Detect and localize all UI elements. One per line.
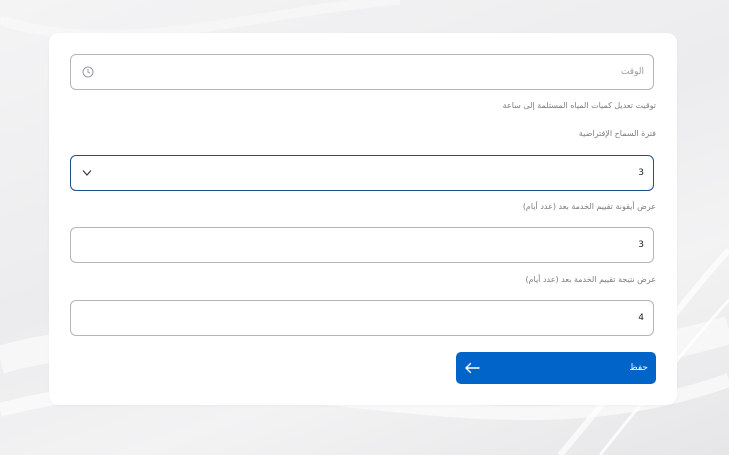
save-button-label: حفظ: [629, 363, 648, 373]
rating-result-label: عرض نتيجة تقييم الخدمة بعد (عدد أيام): [525, 275, 656, 284]
time-field[interactable]: [70, 54, 654, 90]
grace-period-label: فترة السماح الإفتراضية: [578, 129, 656, 138]
rating-icon-days-value[interactable]: 3: [124, 228, 644, 262]
arrow-left-icon: [464, 362, 480, 374]
time-hint: توقيت تعديل كميات المياه المستلمة إلى سا…: [502, 101, 656, 110]
grace-period-value: 3: [638, 168, 644, 178]
rating-icon-days-field[interactable]: 3: [70, 227, 654, 263]
chevron-down-icon[interactable]: [82, 170, 92, 177]
clock-icon[interactable]: [82, 66, 94, 78]
save-button[interactable]: حفظ: [456, 352, 656, 384]
time-input[interactable]: [124, 55, 644, 89]
grace-period-select[interactable]: 3: [70, 155, 654, 191]
settings-card: توقيت تعديل كميات المياه المستلمة إلى سا…: [49, 33, 677, 405]
rating-icon-label: عرض أيقونة تقييم الخدمة بعد (عدد أيام): [522, 202, 656, 211]
rating-result-days-field[interactable]: 4: [70, 300, 654, 336]
rating-result-days-value[interactable]: 4: [124, 301, 644, 335]
